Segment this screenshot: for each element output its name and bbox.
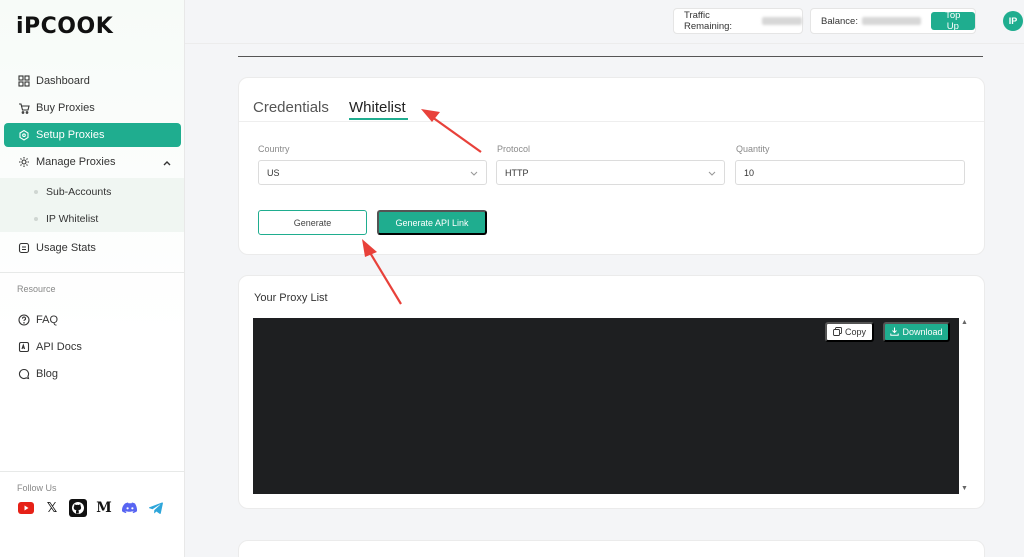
sidebar-item-setup-proxies[interactable]: Setup Proxies [4,123,181,147]
x-twitter-icon[interactable]: 𝕏 [43,499,61,517]
tab-credentials[interactable]: Credentials [253,99,329,116]
bullet-icon [34,190,38,194]
github-icon[interactable] [69,499,87,517]
avatar[interactable]: IP [1003,11,1023,31]
sidebar-item-label: Buy Proxies [36,102,95,114]
sidebar-item-label: Usage Stats [36,242,96,254]
logo[interactable]: iPCOOK [16,14,113,39]
top-up-button[interactable]: Top Up [930,10,975,32]
sidebar-item-label: API Docs [36,341,82,353]
sidebar-item-api-docs[interactable]: API Docs [4,335,181,359]
next-card [238,540,985,557]
sidebar: iPCOOK Dashboard Buy Proxies Setup Proxi… [0,0,185,557]
divider [0,272,184,273]
copy-icon [833,326,842,338]
country-label: Country [258,144,290,154]
sidebar-item-blog[interactable]: Blog [4,362,181,386]
scroll-down-icon[interactable]: ▼ [961,485,968,492]
scroll-up-icon[interactable]: ▲ [961,319,968,326]
country-value: US [267,167,280,178]
box-icon [17,129,30,142]
generate-button[interactable]: Generate [258,210,367,235]
medium-icon[interactable]: M [95,499,113,517]
divider [238,56,983,57]
sidebar-item-dashboard[interactable]: Dashboard [4,69,181,93]
generate-api-link-button[interactable]: Generate API Link [377,210,487,235]
sidebar-item-label: Blog [36,368,59,380]
question-icon [17,314,30,327]
country-select[interactable]: US [258,160,487,185]
balance: Balance: Top Up [810,8,976,34]
bullet-icon [34,217,38,221]
copy-label: Copy [844,327,866,337]
quantity-value: 10 [744,167,755,178]
balance-label: Balance: [821,15,858,27]
protocol-label: Protocol [497,144,531,154]
social-links: 𝕏 M [17,499,165,517]
traffic-remaining: Traffic Remaining: [673,8,803,34]
tab-whitelist[interactable]: Whitelist [349,99,406,116]
sidebar-item-manage-proxies[interactable]: Manage Proxies [4,150,181,174]
sidebar-subitem-label: Sub-Accounts [46,186,112,198]
divider [0,471,184,472]
tab-divider [239,121,984,122]
sidebar-item-buy-proxies[interactable]: Buy Proxies [4,96,181,120]
youtube-icon[interactable] [17,499,35,517]
gear-icon [17,156,30,169]
section-label-follow: Follow Us [17,483,57,493]
scrollbar[interactable] [959,318,971,494]
quantity-label: Quantity [736,144,770,154]
chat-icon [17,368,30,381]
protocol-select[interactable]: HTTP [496,160,725,185]
telegram-icon[interactable] [147,499,165,517]
traffic-remaining-label: Traffic Remaining: [684,10,733,32]
active-tab-indicator [349,118,408,120]
sidebar-subitem-label: IP Whitelist [46,213,99,225]
redacted-value [861,17,921,25]
cart-icon [17,102,30,115]
section-label-resource: Resource [17,284,56,294]
sidebar-item-label: Setup Proxies [36,129,105,141]
chevron-down-icon [708,169,716,179]
download-label: Download [902,327,943,337]
sidebar-item-usage-stats[interactable]: Usage Stats [4,236,181,260]
download-button[interactable]: Download [883,322,950,342]
grid-icon [17,75,30,88]
stats-icon [17,242,30,255]
sidebar-item-label: Dashboard [36,75,90,87]
sidebar-item-label: FAQ [36,314,59,326]
sidebar-item-faq[interactable]: FAQ [4,308,181,332]
download-icon [890,327,900,338]
chevron-up-icon[interactable] [163,157,171,169]
protocol-value: HTTP [505,167,529,178]
discord-icon[interactable] [121,499,139,517]
proxy-list-title: Your Proxy List [254,292,328,304]
sidebar-subitem-ip-whitelist[interactable]: IP Whitelist [34,213,98,225]
chevron-down-icon [470,169,478,179]
api-icon [17,341,30,354]
proxy-list-output[interactable] [253,318,959,494]
sidebar-subitem-sub-accounts[interactable]: Sub-Accounts [34,186,111,198]
sidebar-item-label: Manage Proxies [36,156,116,168]
redacted-value [761,17,802,25]
copy-button[interactable]: Copy [825,322,874,342]
quantity-input[interactable]: 10 [735,160,965,185]
